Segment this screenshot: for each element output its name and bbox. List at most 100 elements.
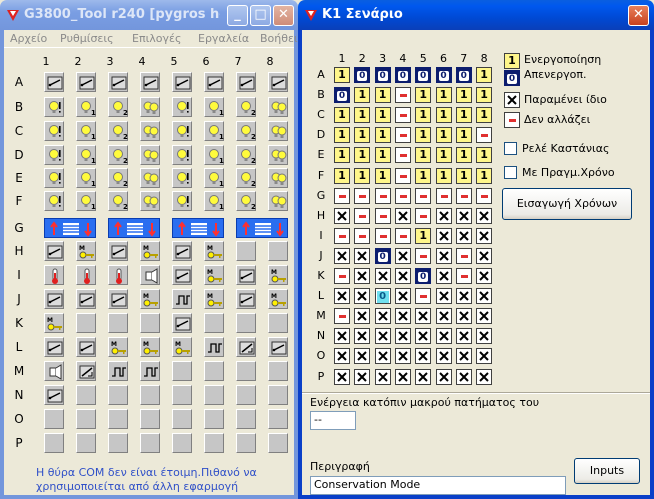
device-slot[interactable] xyxy=(108,72,128,92)
scenario-cell-on[interactable]: 1 xyxy=(334,147,350,164)
device-slot[interactable] xyxy=(76,337,96,357)
scenario-cell-same[interactable] xyxy=(435,328,452,345)
scenario-cell-same[interactable] xyxy=(374,268,391,284)
scenario-cell-same[interactable] xyxy=(354,247,371,264)
scenario-cell-on[interactable]: 1 xyxy=(354,147,371,164)
device-slot[interactable] xyxy=(140,361,160,381)
device-slot[interactable] xyxy=(172,385,192,405)
scenario-cell-nochange[interactable] xyxy=(354,207,371,224)
device-slot[interactable] xyxy=(172,289,192,309)
scenario-cell-nochange[interactable] xyxy=(476,127,493,144)
scenario-cell-same[interactable] xyxy=(476,247,493,264)
scenario-cell-same[interactable] xyxy=(354,328,371,345)
device-slot[interactable] xyxy=(268,145,288,165)
device-slot[interactable] xyxy=(236,289,256,309)
scenario-cell-on[interactable]: 1 xyxy=(455,147,472,164)
scenario-cell-same[interactable] xyxy=(435,368,452,385)
scenario-cell-same[interactable] xyxy=(334,207,350,224)
device-slot[interactable] xyxy=(204,409,224,429)
device-slot[interactable]: 1 xyxy=(76,97,96,117)
device-slot[interactable] xyxy=(172,361,192,381)
scenario-cell-nochange[interactable] xyxy=(415,247,432,264)
device-slot[interactable] xyxy=(76,289,96,309)
scenario-cell-same[interactable] xyxy=(435,207,452,224)
scenario-cell-off[interactable]: 0 xyxy=(415,268,432,284)
device-slot[interactable] xyxy=(268,361,288,381)
scenario-cell-nochange[interactable] xyxy=(334,227,350,244)
device-slot[interactable] xyxy=(172,121,192,141)
device-slot[interactable] xyxy=(236,265,256,285)
scenario-cell-nochange[interactable] xyxy=(455,268,472,284)
scenario-cell-same[interactable] xyxy=(455,227,472,244)
scenario-cell-same[interactable] xyxy=(415,348,432,365)
device-slot[interactable] xyxy=(140,97,160,117)
device-slot[interactable] xyxy=(140,409,160,429)
scenario-cell-same[interactable] xyxy=(334,288,350,305)
device-slot[interactable] xyxy=(44,168,64,188)
device-slot[interactable]: M xyxy=(44,313,64,333)
device-slot[interactable] xyxy=(108,433,128,453)
scenario-cell-on[interactable]: 1 xyxy=(476,107,493,124)
device-slot[interactable]: 1 xyxy=(76,168,96,188)
scenario-cell-nochange[interactable] xyxy=(374,207,391,224)
device-slot[interactable]: M xyxy=(268,265,288,285)
device-slot[interactable] xyxy=(236,409,256,429)
scenario-cell-on[interactable]: 1 xyxy=(435,167,452,184)
device-slot[interactable] xyxy=(268,168,288,188)
device-slot[interactable] xyxy=(44,361,64,381)
scenario-title-bar[interactable]: K1 Σενάριο ✕ xyxy=(298,0,654,30)
scenario-cell-on[interactable]: 1 xyxy=(415,87,432,104)
maximize-button[interactable]: □ xyxy=(250,5,271,26)
device-slot[interactable] xyxy=(108,289,128,309)
device-slot[interactable] xyxy=(236,241,256,261)
device-slot[interactable] xyxy=(76,361,96,381)
device-slot[interactable] xyxy=(172,265,192,285)
device-slot[interactable]: 2 xyxy=(108,145,128,165)
device-slot[interactable] xyxy=(268,385,288,405)
device-slot[interactable] xyxy=(236,313,256,333)
menu-tools[interactable]: Εργαλεία xyxy=(198,32,249,45)
scenario-cell-same[interactable] xyxy=(415,368,432,385)
blinds-control[interactable] xyxy=(108,218,160,238)
device-slot[interactable] xyxy=(172,168,192,188)
scenario-cell-same[interactable] xyxy=(476,268,493,284)
device-slot[interactable]: M xyxy=(140,241,160,261)
device-slot[interactable]: M xyxy=(204,265,224,285)
device-slot[interactable] xyxy=(140,385,160,405)
device-slot[interactable] xyxy=(76,409,96,429)
device-slot[interactable] xyxy=(44,72,64,92)
device-slot[interactable] xyxy=(140,121,160,141)
device-slot[interactable]: 1 xyxy=(204,97,224,117)
device-slot[interactable]: 2 xyxy=(236,168,256,188)
device-slot[interactable]: M xyxy=(204,241,224,261)
scenario-cell-same[interactable] xyxy=(455,308,472,325)
scenario-cell-same[interactable] xyxy=(394,268,411,284)
scenario-cell-same[interactable] xyxy=(394,328,411,345)
scenario-cell-same[interactable] xyxy=(476,288,493,305)
device-slot[interactable] xyxy=(268,72,288,92)
device-slot[interactable] xyxy=(172,313,192,333)
device-slot[interactable] xyxy=(44,97,64,117)
device-slot[interactable]: 1 xyxy=(204,191,224,211)
device-slot[interactable] xyxy=(108,385,128,405)
main-title-bar[interactable]: G3800_Tool r240 [pygros hot... _ □ ✕ xyxy=(0,0,298,30)
blinds-control[interactable] xyxy=(236,218,288,238)
device-slot[interactable] xyxy=(268,191,288,211)
scenario-cell-same[interactable] xyxy=(476,227,493,244)
scenario-cell-same[interactable] xyxy=(415,308,432,325)
device-slot[interactable] xyxy=(140,191,160,211)
scenario-cell-nochange[interactable] xyxy=(455,187,472,204)
device-slot[interactable]: 1 xyxy=(76,121,96,141)
scenario-cell-on[interactable]: 1 xyxy=(354,107,371,124)
device-slot[interactable]: M xyxy=(76,241,96,261)
scenario-cell-on[interactable]: 1 xyxy=(374,147,391,164)
scenario-cell-on[interactable]: 1 xyxy=(415,227,432,244)
scenario-cell-on[interactable]: 1 xyxy=(354,87,371,104)
scenario-cell-off[interactable]: 0 xyxy=(455,67,472,83)
scenario-cell-same[interactable] xyxy=(374,348,391,365)
device-slot[interactable] xyxy=(108,241,128,261)
device-slot[interactable]: M xyxy=(172,337,192,357)
scenario-cell-same[interactable] xyxy=(374,368,391,385)
scenario-cell-same[interactable] xyxy=(476,207,493,224)
scenario-cell-on[interactable]: 1 xyxy=(415,107,432,124)
